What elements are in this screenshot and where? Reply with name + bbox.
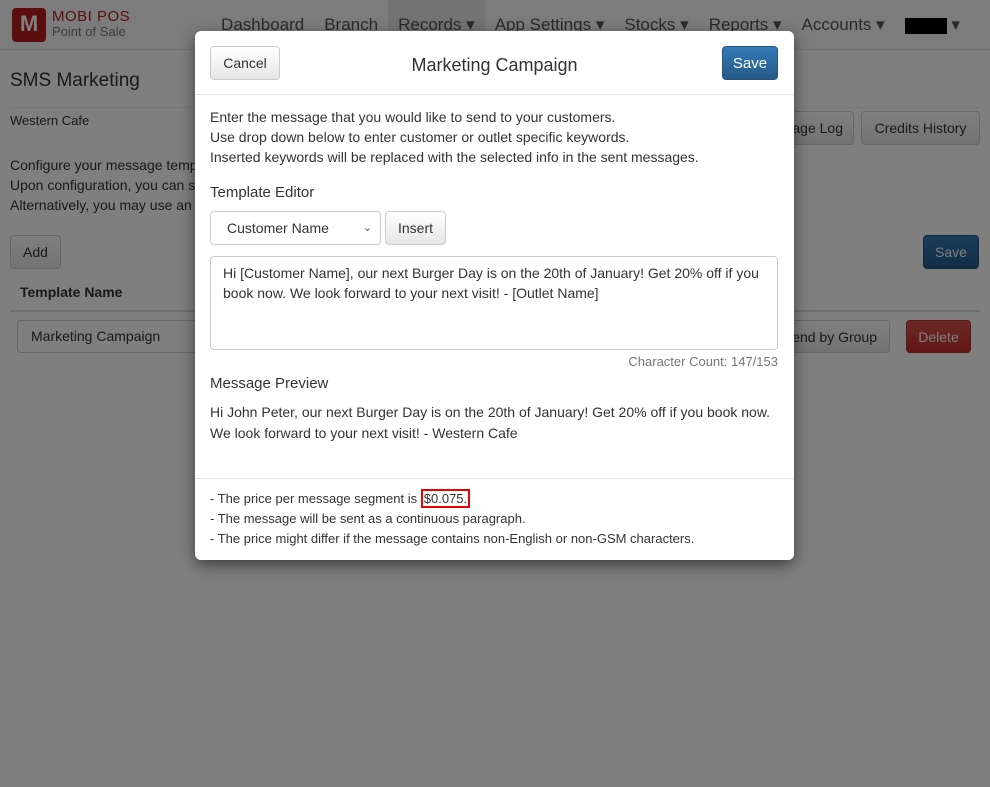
- template-editor-label: Template Editor: [210, 184, 315, 201]
- message-preview-label: Message Preview: [210, 375, 329, 392]
- modal-title: Marketing Campaign: [411, 55, 578, 75]
- chevron-down-icon: ⌄: [362, 222, 372, 234]
- marketing-campaign-modal: Cancel Marketing Campaign Save Enter the…: [195, 31, 794, 560]
- character-count: Character Count: 147/153: [628, 354, 778, 369]
- message-preview: Hi John Peter, our next Burger Day is on…: [210, 404, 771, 441]
- keyword-select[interactable]: Customer Name ⌄: [210, 211, 381, 245]
- template-textarea[interactable]: Hi [Customer Name], our next Burger Day …: [210, 256, 778, 350]
- modal-save-button[interactable]: Save: [722, 46, 778, 80]
- insert-button[interactable]: Insert: [385, 211, 446, 245]
- intro-text: Enter the message that you would like to…: [210, 109, 699, 165]
- modal-footer-notes: - The price per message segment is $0.07…: [195, 478, 794, 559]
- price-highlight: $0.075.: [420, 489, 471, 508]
